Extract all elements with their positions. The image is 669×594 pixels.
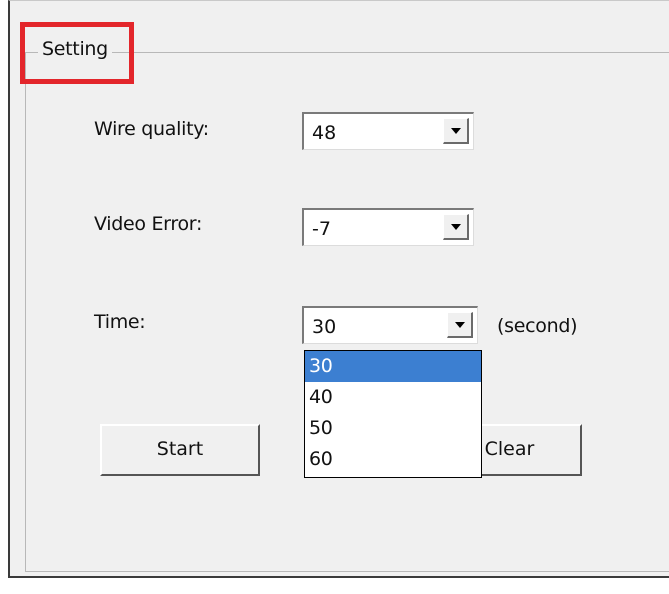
highlight-box: [20, 22, 134, 84]
video-error-select[interactable]: -7: [302, 208, 474, 246]
chevron-down-icon[interactable]: [447, 312, 473, 338]
time-select[interactable]: 30: [302, 306, 478, 344]
time-dropdown-list: 30 40 50 60: [304, 350, 482, 478]
wire-quality-value: 48: [312, 122, 337, 144]
wire-quality-select[interactable]: 48: [302, 112, 474, 150]
wire-quality-label: Wire quality:: [94, 118, 209, 140]
time-label: Time:: [94, 311, 146, 333]
chevron-down-icon[interactable]: [443, 118, 469, 144]
time-option-50[interactable]: 50: [305, 413, 481, 444]
video-error-label: Video Error:: [94, 213, 203, 235]
time-option-30[interactable]: 30: [305, 351, 481, 382]
video-error-value: -7: [312, 218, 331, 240]
start-button[interactable]: Start: [100, 424, 260, 476]
time-option-40[interactable]: 40: [305, 382, 481, 413]
chevron-down-icon[interactable]: [443, 214, 469, 240]
time-value: 30: [312, 316, 337, 338]
time-option-60[interactable]: 60: [305, 444, 481, 475]
time-unit-label: (second): [497, 315, 578, 337]
